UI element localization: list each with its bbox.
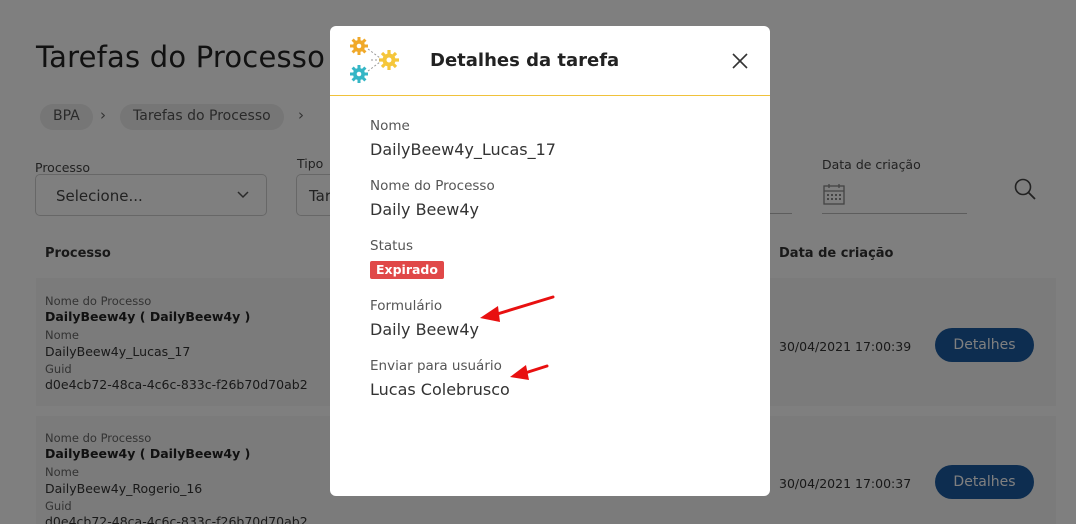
field-label-status: Status [370,238,414,254]
field-value-nome-processo: Daily Beew4y [370,200,479,219]
field-value-nome: DailyBeew4y_Lucas_17 [370,140,556,159]
modal-header: Detalhes da tarefa [330,26,770,96]
gears-icon [350,37,399,83]
field-label-formulario: Formulário [370,298,443,314]
status-badge: Expirado [370,261,444,279]
field-label-enviar-usuario: Enviar para usuário [370,358,502,374]
modal-title: Detalhes da tarefa [430,50,620,71]
field-label-nome-processo: Nome do Processo [370,178,495,194]
field-value-enviar-usuario: Lucas Colebrusco [370,380,510,399]
field-value-formulario: Daily Beew4y [370,320,479,339]
field-label-nome: Nome [370,118,410,134]
task-details-modal: Detalhes da tarefa Nome DailyBeew4y_Luca… [330,26,770,496]
close-icon[interactable] [730,51,750,71]
